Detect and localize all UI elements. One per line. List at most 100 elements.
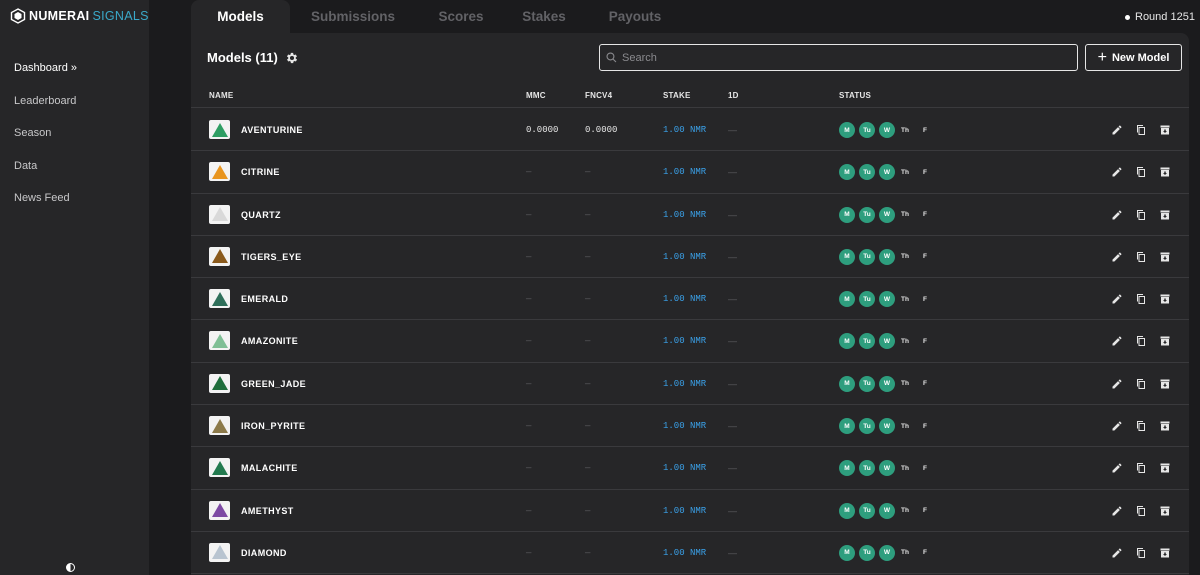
edit-icon[interactable] (1109, 376, 1125, 392)
copy-icon[interactable] (1133, 376, 1149, 392)
sidebar-item-news-feed[interactable]: News Feed (14, 191, 77, 224)
status-day-badge: F (922, 295, 927, 303)
sidebar-item-data[interactable]: Data (14, 159, 77, 192)
stake-value[interactable]: 1.00 NMR (663, 548, 706, 558)
table-row[interactable]: IRON_PYRITE — — 1.00 NMR — M Tu W Th F (191, 405, 1189, 448)
copy-icon[interactable] (1133, 503, 1149, 519)
copy-icon[interactable] (1133, 207, 1149, 223)
stake-value[interactable]: 1.00 NMR (663, 421, 706, 431)
archive-icon[interactable] (1157, 418, 1173, 434)
copy-icon[interactable] (1133, 291, 1149, 307)
status-day-badge: Th (901, 126, 909, 134)
col-mmc[interactable]: MMC (526, 91, 546, 100)
table-row[interactable]: CITRINE — — 1.00 NMR — M Tu W Th F (191, 151, 1189, 194)
archive-icon[interactable] (1157, 164, 1173, 180)
model-name[interactable]: AMAZONITE (241, 336, 298, 346)
edit-icon[interactable] (1109, 333, 1125, 349)
1d-value: — (728, 378, 737, 389)
edit-icon[interactable] (1109, 164, 1125, 180)
table-row[interactable]: AVENTURINE 0.0000 0.0000 1.00 NMR — M Tu W Th F (191, 109, 1189, 152)
edit-icon[interactable] (1109, 122, 1125, 138)
tab-scores[interactable]: Scores (416, 0, 506, 33)
tab-stakes[interactable]: Stakes (506, 0, 582, 33)
1d-value: — (728, 294, 737, 305)
stake-value[interactable]: 1.00 NMR (663, 252, 706, 262)
col-stake[interactable]: STAKE (663, 91, 691, 100)
search-input[interactable] (622, 51, 1062, 64)
archive-icon[interactable] (1157, 249, 1173, 265)
model-name[interactable]: DIAMOND (241, 548, 287, 558)
copy-icon[interactable] (1133, 418, 1149, 434)
status-day-badge: Th (901, 507, 909, 515)
status-days: M Tu W Th F (839, 291, 939, 308)
archive-icon[interactable] (1157, 460, 1173, 476)
stake-value[interactable]: 1.00 NMR (663, 125, 706, 135)
tab-submissions[interactable]: Submissions (290, 0, 416, 33)
model-name[interactable]: CITRINE (241, 167, 280, 177)
copy-icon[interactable] (1133, 545, 1149, 561)
col-fncv4[interactable]: FNCV4 (585, 91, 612, 100)
table-row[interactable]: AMAZONITE — — 1.00 NMR — M Tu W Th F (191, 320, 1189, 363)
model-name[interactable]: EMERALD (241, 294, 288, 304)
row-actions (1109, 545, 1181, 561)
tab-models[interactable]: Models (191, 0, 290, 33)
stake-value[interactable]: 1.00 NMR (663, 336, 706, 346)
edit-icon[interactable] (1109, 291, 1125, 307)
archive-icon[interactable] (1157, 291, 1173, 307)
archive-icon[interactable] (1157, 545, 1173, 561)
stake-value[interactable]: 1.00 NMR (663, 210, 706, 220)
table-row[interactable]: MALACHITE — — 1.00 NMR — M Tu W Th F (191, 447, 1189, 490)
copy-icon[interactable] (1133, 460, 1149, 476)
model-name[interactable]: TIGERS_EYE (241, 252, 302, 262)
model-gem-icon (209, 246, 230, 266)
edit-icon[interactable] (1109, 418, 1125, 434)
sidebar-item-leaderboard[interactable]: Leaderboard (14, 94, 77, 127)
stake-value[interactable]: 1.00 NMR (663, 379, 706, 389)
table-row[interactable]: DIAMOND — — 1.00 NMR — M Tu W Th F (191, 532, 1189, 575)
edit-icon[interactable] (1109, 249, 1125, 265)
stake-value[interactable]: 1.00 NMR (663, 506, 706, 516)
archive-icon[interactable] (1157, 376, 1173, 392)
edit-icon[interactable] (1109, 207, 1125, 223)
archive-icon[interactable] (1157, 503, 1173, 519)
table-row[interactable]: EMERALD — — 1.00 NMR — M Tu W Th F (191, 278, 1189, 321)
copy-icon[interactable] (1133, 122, 1149, 138)
archive-icon[interactable] (1157, 122, 1173, 138)
copy-icon[interactable] (1133, 333, 1149, 349)
model-gem-icon (209, 289, 230, 309)
round-indicator: Round 1251 (1125, 11, 1195, 23)
sidebar-item-dashboard[interactable]: Dashboard » (14, 61, 77, 94)
stake-value[interactable]: 1.00 NMR (663, 167, 706, 177)
archive-icon[interactable] (1157, 207, 1173, 223)
edit-icon[interactable] (1109, 460, 1125, 476)
status-day-badge: W (879, 206, 895, 223)
edit-icon[interactable] (1109, 545, 1125, 561)
col-name[interactable]: NAME (209, 91, 233, 100)
logo[interactable]: NUMERAI SIGNALS (10, 8, 149, 24)
table-row[interactable]: AMETHYST — — 1.00 NMR — M Tu W Th F (191, 490, 1189, 532)
sidebar-item-season[interactable]: Season (14, 126, 77, 159)
theme-toggle-icon[interactable] (66, 563, 75, 572)
stake-value[interactable]: 1.00 NMR (663, 294, 706, 304)
status-day-badge: W (879, 418, 895, 435)
model-name[interactable]: IRON_PYRITE (241, 421, 305, 431)
table-row[interactable]: TIGERS_EYE — — 1.00 NMR — M Tu W Th F (191, 236, 1189, 279)
col-1d[interactable]: 1D (728, 91, 739, 100)
edit-icon[interactable] (1109, 503, 1125, 519)
tab-payouts[interactable]: Payouts (582, 0, 688, 33)
new-model-button[interactable]: + New Model (1085, 44, 1182, 71)
copy-icon[interactable] (1133, 164, 1149, 180)
model-name[interactable]: AVENTURINE (241, 125, 303, 135)
mmc-value: — (526, 167, 532, 178)
copy-icon[interactable] (1133, 249, 1149, 265)
model-name[interactable]: AMETHYST (241, 506, 294, 516)
table-row[interactable]: QUARTZ — — 1.00 NMR — M Tu W Th F (191, 194, 1189, 236)
model-name[interactable]: QUARTZ (241, 210, 281, 220)
table-row[interactable]: GREEN_JADE — — 1.00 NMR — M Tu W Th F (191, 363, 1189, 406)
archive-icon[interactable] (1157, 333, 1173, 349)
gear-icon[interactable] (285, 51, 299, 65)
stake-value[interactable]: 1.00 NMR (663, 463, 706, 473)
model-name[interactable]: MALACHITE (241, 463, 298, 473)
search-box[interactable] (599, 44, 1078, 71)
model-name[interactable]: GREEN_JADE (241, 379, 306, 389)
